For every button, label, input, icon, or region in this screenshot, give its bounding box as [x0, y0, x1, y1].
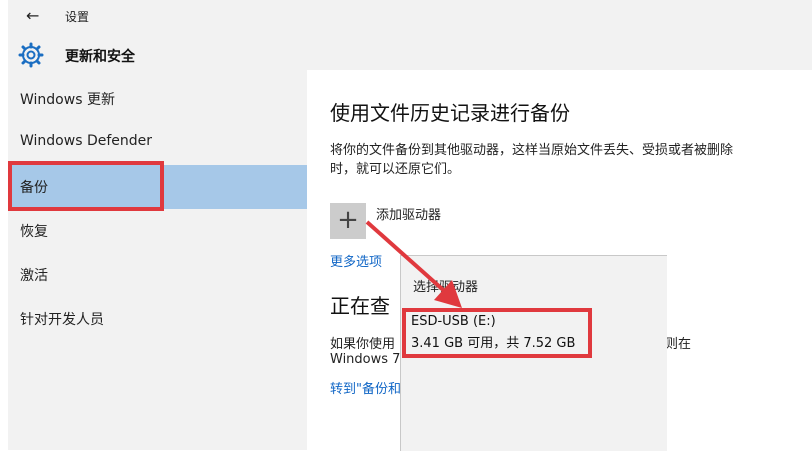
more-options-link[interactable]: 更多选项	[330, 251, 382, 270]
sidebar-item-label: Windows 更新	[20, 92, 115, 108]
older-backup-text-end: 则在	[665, 337, 692, 352]
older-backup-text: 如果你使用	[330, 337, 396, 352]
page-description: 将你的文件备份到其他驱动器，这样当原始文件丢失、受损或者被删除时，就可以还原它们…	[330, 143, 734, 177]
annotation-highlight-backup	[8, 161, 164, 211]
annotation-highlight-drive	[402, 308, 592, 358]
settings-sidebar: ← 设置 更新和安全 Windows 更新 Windows Defender 备…	[8, 0, 307, 450]
page-title: 使用文件历史记录进行备份	[330, 101, 570, 125]
older-backup-text-line2: Windows 7	[330, 352, 401, 367]
sidebar-item-label: 激活	[20, 268, 48, 284]
sidebar-item-recovery[interactable]: 恢复	[8, 209, 307, 253]
sidebar-item-label: 针对开发人员	[20, 312, 104, 328]
sidebar-item-windows-defender[interactable]: Windows Defender	[8, 121, 307, 165]
add-drive-button[interactable]: +	[330, 203, 366, 239]
sidebar-item-windows-update[interactable]: Windows 更新	[8, 77, 307, 121]
app-title: 设置	[65, 10, 90, 24]
back-arrow-icon[interactable]: ←	[26, 6, 39, 25]
title-bar: ← 设置	[8, 0, 307, 32]
add-drive-label[interactable]: 添加驱动器	[376, 204, 441, 223]
gear-icon	[18, 42, 44, 68]
sidebar-item-activation[interactable]: 激活	[8, 253, 307, 297]
sidebar-item-label: Windows Defender	[20, 133, 153, 149]
section-header: 更新和安全	[18, 42, 298, 68]
sidebar-item-for-developers[interactable]: 针对开发人员	[8, 297, 307, 341]
sidebar-item-label: 恢复	[20, 224, 48, 240]
section-title: 更新和安全	[65, 49, 135, 65]
popup-title: 选择驱动器	[413, 280, 479, 295]
goto-backup-restore-link[interactable]: 转到"备份和	[330, 378, 401, 397]
section-heading-looking: 正在查	[330, 294, 390, 318]
content-top-strip	[307, 0, 812, 70]
